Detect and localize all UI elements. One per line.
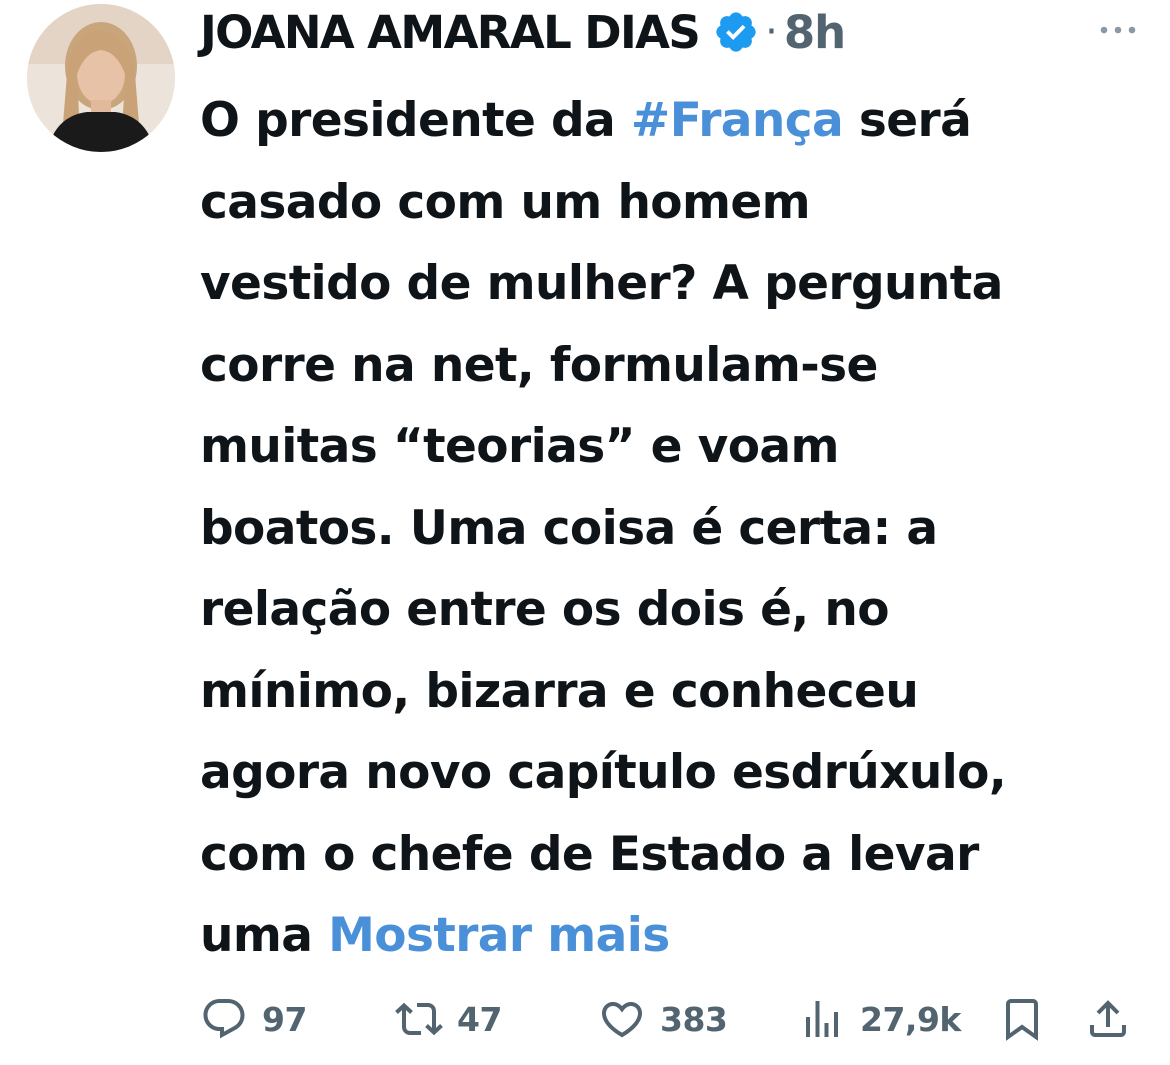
- more-options-icon[interactable]: [1096, 20, 1140, 40]
- tweet-line: uma Mostrar mais: [200, 908, 670, 963]
- tweet-line: mínimo, bizarra e conheceu: [200, 663, 919, 719]
- like-count: 383: [660, 999, 728, 1039]
- share-button[interactable]: [1084, 990, 1132, 1048]
- show-more-link[interactable]: Mostrar mais: [328, 908, 670, 963]
- reply-count: 97: [262, 999, 307, 1039]
- bookmark-button[interactable]: [998, 990, 1046, 1048]
- tweet-line: com o chefe de Estado a levar: [200, 826, 979, 882]
- retweet-icon: [395, 995, 443, 1043]
- bar-chart-icon: [798, 995, 846, 1043]
- heart-icon: [598, 995, 646, 1043]
- bookmark-icon: [998, 995, 1046, 1043]
- verified-badge-icon[interactable]: [713, 9, 759, 55]
- post-time[interactable]: 8h: [784, 6, 846, 59]
- reply-button[interactable]: 97: [200, 990, 307, 1048]
- tweet-line: boatos. Uma coisa é certa: a: [200, 500, 938, 556]
- separator-dot: ·: [765, 9, 778, 55]
- like-button[interactable]: 383: [598, 990, 728, 1048]
- share-icon: [1084, 995, 1132, 1043]
- tweet-line: corre na net, formulam-se: [200, 337, 878, 393]
- hashtag-link[interactable]: #França: [631, 93, 844, 148]
- author-avatar[interactable]: [27, 4, 175, 152]
- tweet-line: O presidente da #França será: [200, 93, 972, 148]
- tweet-text: O presidente da #França será casado com …: [200, 80, 1150, 977]
- tweet-line: agora novo capítulo esdrúxulo,: [200, 745, 1007, 800]
- retweet-button[interactable]: 47: [395, 990, 502, 1048]
- tweet-line: relação entre os dois é, no: [200, 582, 890, 637]
- tweet-line: vestido de mulher? A pergunta: [200, 256, 1003, 311]
- tweet-header: JOANA AMARAL DIAS · 8h: [200, 2, 846, 62]
- tweet-line: muitas “teorias” e voam: [200, 419, 839, 474]
- retweet-count: 47: [457, 999, 502, 1039]
- tweet-actions: 97 47 383 27,9k: [200, 990, 1150, 1048]
- views-button[interactable]: 27,9k: [798, 990, 961, 1048]
- reply-icon: [200, 995, 248, 1043]
- author-name[interactable]: JOANA AMARAL DIAS: [200, 6, 701, 59]
- tweet-line: casado com um homem: [200, 174, 811, 230]
- views-count: 27,9k: [860, 999, 961, 1039]
